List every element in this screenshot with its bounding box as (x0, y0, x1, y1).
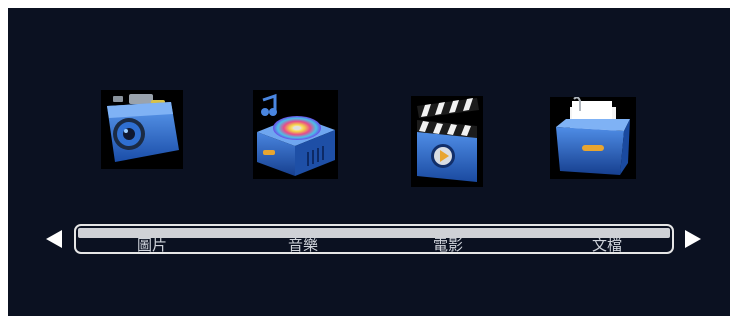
music-disc-icon (257, 93, 335, 176)
menu-item-file[interactable]: 文檔 (577, 237, 637, 252)
next-arrow-icon[interactable] (685, 230, 701, 248)
menu-item-movie[interactable]: 電影 (418, 237, 478, 252)
menu-bar: 圖片 音樂 電影 文檔 (74, 224, 674, 254)
menu-item-photo[interactable]: 圖片 (122, 237, 182, 252)
movie-tile[interactable] (411, 96, 483, 187)
file-tile[interactable] (550, 97, 636, 179)
previous-arrow-icon[interactable] (46, 230, 62, 248)
clapperboard-icon (417, 98, 479, 182)
photo-tile[interactable] (101, 90, 183, 169)
file-folder-icon (556, 97, 630, 175)
camera-icon (107, 94, 179, 162)
music-tile[interactable] (253, 90, 338, 179)
menu-item-music[interactable]: 音樂 (273, 237, 333, 252)
